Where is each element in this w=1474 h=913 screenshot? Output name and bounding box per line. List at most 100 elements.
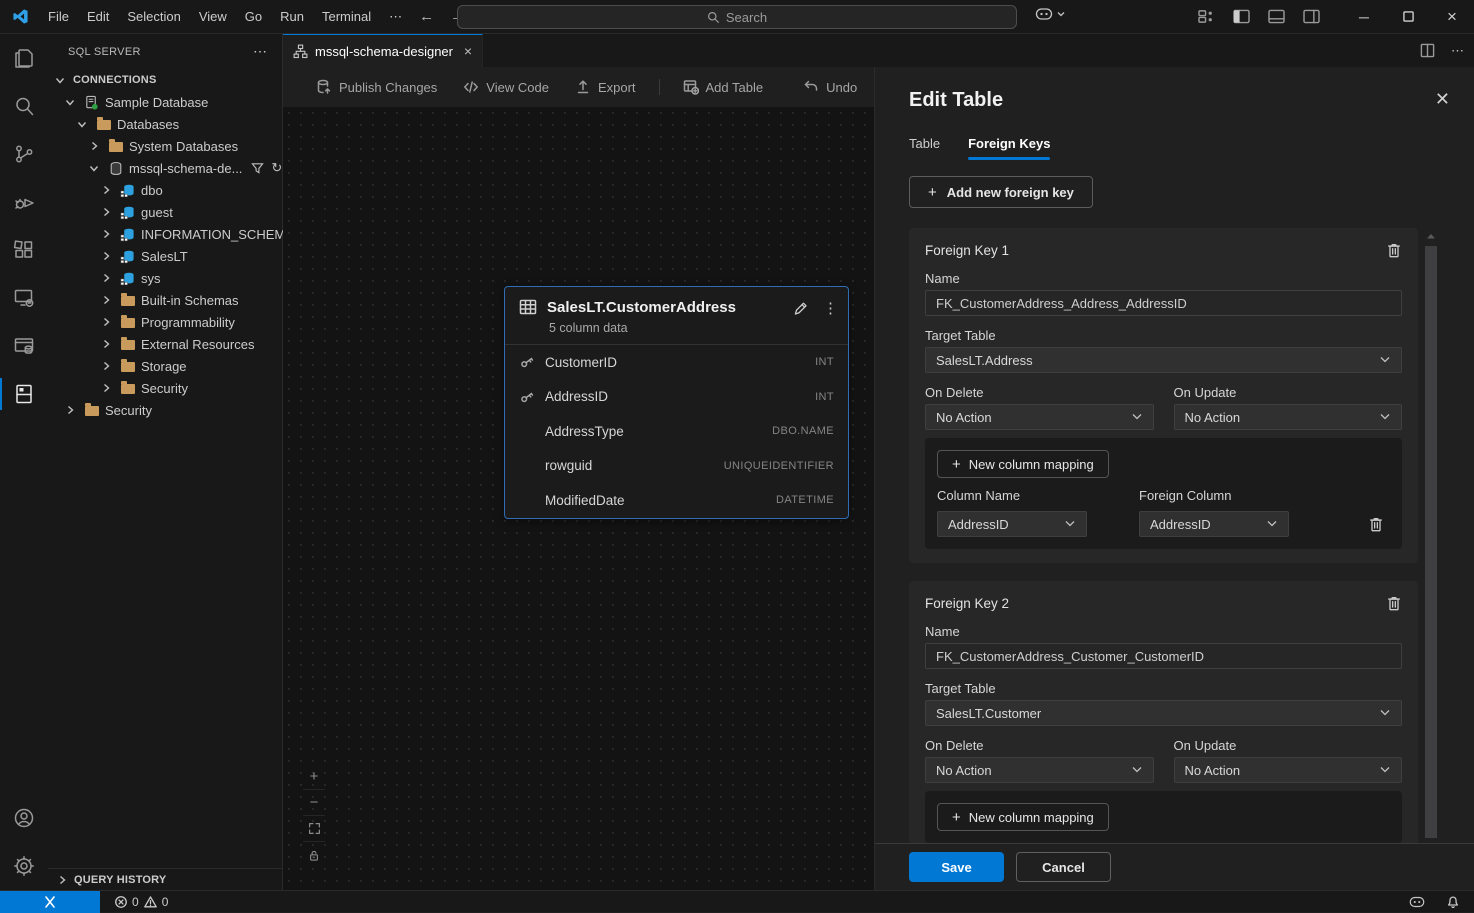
edit-pencil-icon[interactable] bbox=[792, 300, 809, 317]
tab-table[interactable]: Table bbox=[909, 136, 940, 160]
target-table-value: SalesLT.Customer bbox=[936, 706, 1041, 721]
menu-edit[interactable]: Edit bbox=[78, 5, 118, 29]
undo-button[interactable]: Undo bbox=[790, 73, 870, 101]
copilot-status-icon[interactable] bbox=[1408, 895, 1426, 909]
tree-item-built-in-schemas[interactable]: Built-in Schemas bbox=[48, 289, 282, 311]
column-row[interactable]: rowguid UNIQUEIDENTIFIER bbox=[505, 449, 848, 484]
copilot-menu[interactable] bbox=[1034, 6, 1066, 22]
menu-view[interactable]: View bbox=[190, 5, 236, 29]
tree-item-dbo[interactable]: dbo bbox=[48, 179, 282, 201]
zoom-out-button[interactable]: − bbox=[303, 790, 325, 816]
filter-icon[interactable] bbox=[251, 162, 264, 175]
lock-button[interactable] bbox=[303, 842, 325, 868]
publish-changes-button[interactable]: Publish Changes bbox=[303, 73, 450, 101]
zoom-in-button[interactable]: + bbox=[303, 764, 325, 790]
foreign-key-name-input[interactable]: FK_CustomerAddress_Customer_CustomerID bbox=[925, 643, 1402, 669]
add-new-foreign-key-button[interactable]: + Add new foreign key bbox=[909, 176, 1093, 208]
on-delete-dropdown[interactable]: No Action bbox=[925, 757, 1154, 783]
schema-canvas[interactable]: SalesLT.CustomerAddress 5 column data ⋮ bbox=[283, 107, 874, 890]
menu-more[interactable]: ⋯ bbox=[380, 5, 411, 29]
target-table-dropdown[interactable]: SalesLT.Customer bbox=[925, 700, 1402, 726]
command-center-search[interactable]: Search bbox=[457, 5, 1017, 29]
target-table-dropdown[interactable]: SalesLT.Address bbox=[925, 347, 1402, 373]
new-column-mapping-button[interactable]: + New column mapping bbox=[937, 803, 1109, 831]
tree-item-information-schema[interactable]: INFORMATION_SCHEMA bbox=[48, 223, 282, 245]
close-window-button[interactable]: × bbox=[1430, 0, 1474, 34]
column-row[interactable]: ModifiedDate DATETIME bbox=[505, 483, 848, 518]
scrollbar-thumb[interactable] bbox=[1425, 246, 1437, 838]
account-icon[interactable] bbox=[0, 794, 48, 842]
menu-run[interactable]: Run bbox=[271, 5, 313, 29]
foreign-key-name-input[interactable]: FK_CustomerAddress_Address_AddressID bbox=[925, 290, 1402, 316]
tree-section-connections[interactable]: CONNECTIONS bbox=[48, 69, 282, 91]
tree-item-programmability[interactable]: Programmability bbox=[48, 311, 282, 333]
extensions-icon[interactable] bbox=[0, 226, 48, 274]
history-back-icon[interactable]: ← bbox=[411, 8, 442, 25]
explorer-icon[interactable] bbox=[0, 34, 48, 82]
scroll-up-icon[interactable] bbox=[1426, 232, 1436, 240]
tree-item-storage[interactable]: Storage bbox=[48, 355, 282, 377]
toggle-secondary-sidebar-icon[interactable] bbox=[1303, 9, 1320, 24]
tree-item-security-db[interactable]: Security bbox=[48, 377, 282, 399]
tree-item-mssql-schema-database[interactable]: mssql-schema-de... ↻ bbox=[48, 157, 282, 179]
tree-item-external-resources[interactable]: External Resources bbox=[48, 333, 282, 355]
on-delete-dropdown[interactable]: No Action bbox=[925, 404, 1154, 430]
tree-item-security-server[interactable]: Security bbox=[48, 399, 282, 421]
maximize-button[interactable] bbox=[1386, 0, 1430, 34]
tree-item-guest[interactable]: guest bbox=[48, 201, 282, 223]
tab-foreign-keys[interactable]: Foreign Keys bbox=[968, 136, 1050, 160]
customize-layout-icon[interactable] bbox=[1198, 9, 1215, 24]
on-update-dropdown[interactable]: No Action bbox=[1174, 757, 1403, 783]
schema-icon bbox=[119, 270, 136, 286]
search-view-icon[interactable] bbox=[0, 82, 48, 130]
tree-item-system-databases[interactable]: System Databases bbox=[48, 135, 282, 157]
table-kebab-icon[interactable]: ⋮ bbox=[823, 299, 838, 317]
tree-item-sample-database[interactable]: Sample Database bbox=[48, 91, 282, 113]
cancel-button[interactable]: Cancel bbox=[1016, 852, 1111, 882]
delete-mapping-icon[interactable] bbox=[1368, 516, 1384, 533]
fit-view-button[interactable] bbox=[303, 816, 325, 842]
menu-file[interactable]: File bbox=[39, 5, 78, 29]
query-history-section[interactable]: QUERY HISTORY bbox=[48, 868, 282, 890]
minimize-button[interactable]: ─ bbox=[1342, 0, 1386, 34]
remote-indicator[interactable] bbox=[0, 891, 100, 913]
tree-item-saleslt[interactable]: SalesLT bbox=[48, 245, 282, 267]
tab-mssql-schema-designer[interactable]: mssql-schema-designer × bbox=[283, 34, 483, 67]
folder-icon bbox=[119, 336, 136, 352]
column-name-dropdown[interactable]: AddressID bbox=[937, 511, 1087, 537]
delete-foreign-key-icon[interactable] bbox=[1386, 242, 1402, 259]
tab-close-icon[interactable]: × bbox=[464, 43, 472, 59]
on-update-dropdown[interactable]: No Action bbox=[1174, 404, 1403, 430]
menu-go[interactable]: Go bbox=[236, 5, 271, 29]
schema-designer-view-icon[interactable] bbox=[0, 370, 48, 418]
source-control-icon[interactable] bbox=[0, 130, 48, 178]
settings-gear-icon[interactable] bbox=[0, 842, 48, 890]
toggle-panel-icon[interactable] bbox=[1268, 9, 1285, 24]
tree-item-databases[interactable]: Databases bbox=[48, 113, 282, 135]
column-row[interactable]: AddressType DBO.NAME bbox=[505, 414, 848, 449]
foreign-column-dropdown[interactable]: AddressID bbox=[1139, 511, 1289, 537]
column-row[interactable]: AddressID INT bbox=[505, 380, 848, 415]
sql-server-view-icon[interactable] bbox=[0, 322, 48, 370]
new-column-mapping-button[interactable]: + New column mapping bbox=[937, 450, 1109, 478]
save-button[interactable]: Save bbox=[909, 852, 1004, 882]
problems-indicator[interactable]: 0 0 bbox=[114, 895, 168, 909]
remote-explorer-icon[interactable] bbox=[0, 274, 48, 322]
tree-item-sys[interactable]: sys bbox=[48, 267, 282, 289]
menu-terminal[interactable]: Terminal bbox=[313, 5, 380, 29]
menu-selection[interactable]: Selection bbox=[118, 5, 189, 29]
split-editor-icon[interactable] bbox=[1420, 43, 1435, 58]
refresh-icon[interactable]: ↻ bbox=[271, 160, 282, 176]
toggle-primary-sidebar-icon[interactable] bbox=[1233, 9, 1250, 24]
panel-scrollbar[interactable] bbox=[1425, 232, 1437, 838]
add-table-button[interactable]: Add Table bbox=[670, 73, 777, 101]
sidebar-more-actions-icon[interactable]: ⋯ bbox=[247, 43, 274, 60]
run-and-debug-icon[interactable] bbox=[0, 178, 48, 226]
editor-more-actions-icon[interactable]: ⋯ bbox=[1451, 43, 1464, 59]
column-row[interactable]: CustomerID INT bbox=[505, 345, 848, 380]
table-node-customeraddress[interactable]: SalesLT.CustomerAddress 5 column data ⋮ bbox=[504, 286, 849, 519]
notifications-bell-icon[interactable] bbox=[1446, 894, 1460, 909]
delete-foreign-key-icon[interactable] bbox=[1386, 595, 1402, 612]
export-button[interactable]: Export bbox=[562, 73, 649, 101]
view-code-button[interactable]: View Code bbox=[450, 73, 562, 101]
